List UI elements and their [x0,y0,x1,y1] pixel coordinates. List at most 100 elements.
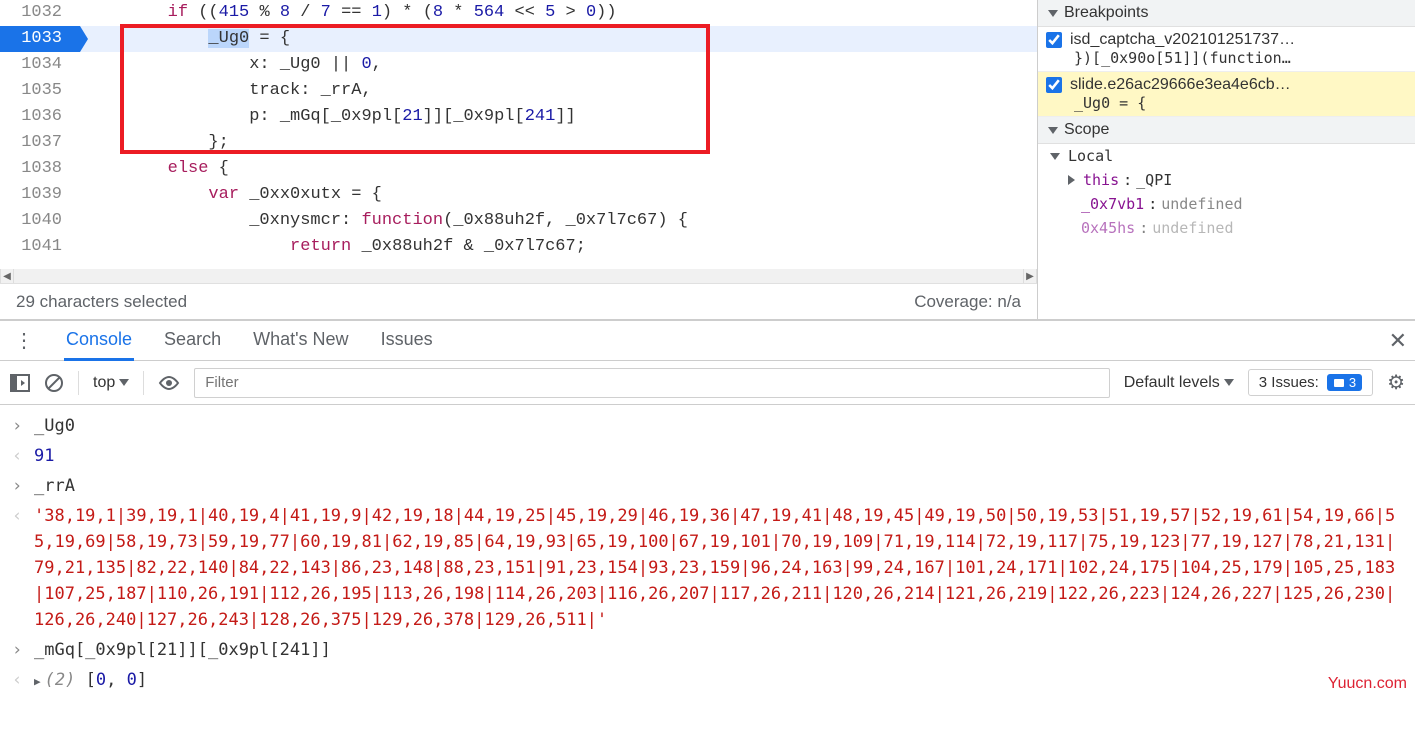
more-menu-icon[interactable]: ⋮ [8,328,40,353]
selection-info: 29 characters selected [16,292,187,312]
chevron-down-icon [1224,379,1234,386]
breakpoint-item[interactable]: slide.e26ac29666e3ea4e6cb… _Ug0 = { [1038,72,1415,117]
line-content[interactable]: var _0xx0xutx = { [80,182,1037,208]
variable-value: undefined [1152,219,1233,237]
line-number[interactable]: 1036 [0,104,80,130]
line-number[interactable]: 1039 [0,182,80,208]
code-line[interactable]: 1035 track: _rrA, [0,78,1037,104]
variable-name: 0x45hs [1081,219,1135,237]
devtools-root: 1032 if ((415 % 8 / 7 == 1) * (8 * 564 <… [0,0,1415,753]
scope-variable[interactable]: _0x7vb1: undefined [1038,192,1415,216]
scope-variable[interactable]: this: _QPI [1038,168,1415,192]
breakpoint-checkbox[interactable] [1046,32,1062,48]
breakpoints-header[interactable]: Breakpoints [1038,0,1415,27]
chevron-down-icon [1048,10,1058,17]
breakpoint-title: isd_captcha_v202101251737… [1070,31,1295,49]
console-text: _mGq[_0x9pl[21]][_0x9pl[241]] [34,637,1403,663]
separator [78,371,79,395]
code-line[interactable]: 1033 _Ug0 = { [0,26,1037,52]
code-line[interactable]: 1034 x: _Ug0 || 0, [0,52,1037,78]
line-number[interactable]: 1034 [0,52,80,78]
console-output-row[interactable]: ‹▶(2) [0, 0] [0,665,1415,697]
drawer: ⋮ Console Search What's New Issues ✕ top [0,320,1415,753]
horizontal-scrollbar[interactable]: ◀ ▶ [0,269,1037,283]
context-label: top [93,374,115,392]
result-icon: ‹ [12,503,34,633]
code-line[interactable]: 1036 p: _mGq[_0x9pl[21]][_0x9pl[241]] [0,104,1037,130]
drawer-tab-what-s-new[interactable]: What's New [251,321,350,361]
variable-name: _0x7vb1 [1081,195,1144,213]
line-content[interactable]: _Ug0 = { [80,26,1037,52]
debugger-sidebar: Breakpoints isd_captcha_v202101251737… }… [1037,0,1415,319]
drawer-tab-search[interactable]: Search [162,321,223,361]
result-icon: ‹ [12,443,34,469]
line-number[interactable]: 1037 [0,130,80,156]
line-number[interactable]: 1035 [0,78,80,104]
line-number[interactable]: 1038 [0,156,80,182]
issues-label: 3 Issues: [1259,374,1319,391]
console-text: _rrA [34,473,1403,499]
scope-header[interactable]: Scope [1038,117,1415,144]
line-number[interactable]: 1041 [0,234,80,260]
line-content[interactable]: x: _Ug0 || 0, [80,52,1037,78]
code-line[interactable]: 1039 var _0xx0xutx = { [0,182,1037,208]
line-content[interactable]: else { [80,156,1037,182]
breakpoint-title: slide.e26ac29666e3ea4e6cb… [1070,76,1291,94]
variable-name: this [1083,171,1119,189]
code-line[interactable]: 1041 return _0x88uh2f & _0x7l7c67; [0,234,1037,260]
top-area: 1032 if ((415 % 8 / 7 == 1) * (8 * 564 <… [0,0,1415,320]
code-scroll[interactable]: 1032 if ((415 % 8 / 7 == 1) * (8 * 564 <… [0,0,1037,269]
scroll-right-arrow[interactable]: ▶ [1023,269,1037,283]
code-line[interactable]: 1038 else { [0,156,1037,182]
line-number[interactable]: 1040 [0,208,80,234]
line-content[interactable]: if ((415 % 8 / 7 == 1) * (8 * 564 << 5 >… [80,0,1037,26]
prompt-icon: › [12,413,34,439]
log-levels-selector[interactable]: Default levels [1124,374,1234,392]
code-line[interactable]: 1037 }; [0,130,1037,156]
breakpoint-detail: _Ug0 = { [1046,94,1407,112]
console-toolbar: top Default levels 3 Issues: 3 ⚙ [0,361,1415,405]
console-input-row[interactable]: ›_Ug0 [0,411,1415,441]
clear-console-icon[interactable] [44,373,64,393]
drawer-tab-console[interactable]: Console [64,321,134,361]
console-text: ▶(2) [0, 0] [34,667,1403,695]
toggle-sidebar-icon[interactable] [10,374,30,392]
editor-statusbar: 29 characters selected Coverage: n/a [0,283,1037,319]
console-output-row[interactable]: ‹91 [0,441,1415,471]
breakpoint-detail: })[_0x90o[51]](function… [1046,49,1407,67]
line-content[interactable]: p: _mGq[_0x9pl[21]][_0x9pl[241]] [80,104,1037,130]
close-drawer-icon[interactable]: ✕ [1389,328,1407,354]
console-input-row[interactable]: ›_mGq[_0x9pl[21]][_0x9pl[241]] [0,635,1415,665]
chevron-down-icon [1048,127,1058,134]
breakpoints-title: Breakpoints [1064,4,1149,22]
scope-local-header[interactable]: Local [1038,144,1415,168]
line-number[interactable]: 1032 [0,0,80,26]
scroll-left-arrow[interactable]: ◀ [0,269,14,283]
line-content[interactable]: _0xnysmcr: function(_0x88uh2f, _0x7l7c67… [80,208,1037,234]
context-selector[interactable]: top [93,374,129,392]
scope-title: Scope [1064,121,1109,139]
line-content[interactable]: track: _rrA, [80,78,1037,104]
line-content[interactable]: return _0x88uh2f & _0x7l7c67; [80,234,1037,260]
console-input-row[interactable]: ›_rrA [0,471,1415,501]
settings-icon[interactable]: ⚙ [1387,370,1405,395]
console-output-row[interactable]: ‹'38,19,1|39,19,1|40,19,4|41,19,9|42,19,… [0,501,1415,635]
line-content[interactable]: }; [80,130,1037,156]
chevron-right-icon [1068,175,1075,185]
result-icon: ‹ [12,667,34,695]
code-line[interactable]: 1032 if ((415 % 8 / 7 == 1) * (8 * 564 <… [0,0,1037,26]
console-text: '38,19,1|39,19,1|40,19,4|41,19,9|42,19,1… [34,503,1403,633]
drawer-tab-issues[interactable]: Issues [379,321,435,361]
scope-variable[interactable]: 0x45hs: undefined [1038,216,1415,240]
code-line[interactable]: 1040 _0xnysmcr: function(_0x88uh2f, _0x7… [0,208,1037,234]
line-number[interactable]: 1033 [0,26,80,52]
live-expression-icon[interactable] [158,375,180,391]
issues-count: 3 [1349,375,1356,390]
prompt-icon: › [12,637,34,663]
console-output[interactable]: ›_Ug0‹91›_rrA‹'38,19,1|39,19,1|40,19,4|4… [0,405,1415,753]
filter-input[interactable] [194,368,1110,398]
breakpoint-item[interactable]: isd_captcha_v202101251737… })[_0x90o[51]… [1038,27,1415,72]
scope-local-label: Local [1068,147,1113,165]
issues-button[interactable]: 3 Issues: 3 [1248,369,1373,396]
breakpoint-checkbox[interactable] [1046,77,1062,93]
